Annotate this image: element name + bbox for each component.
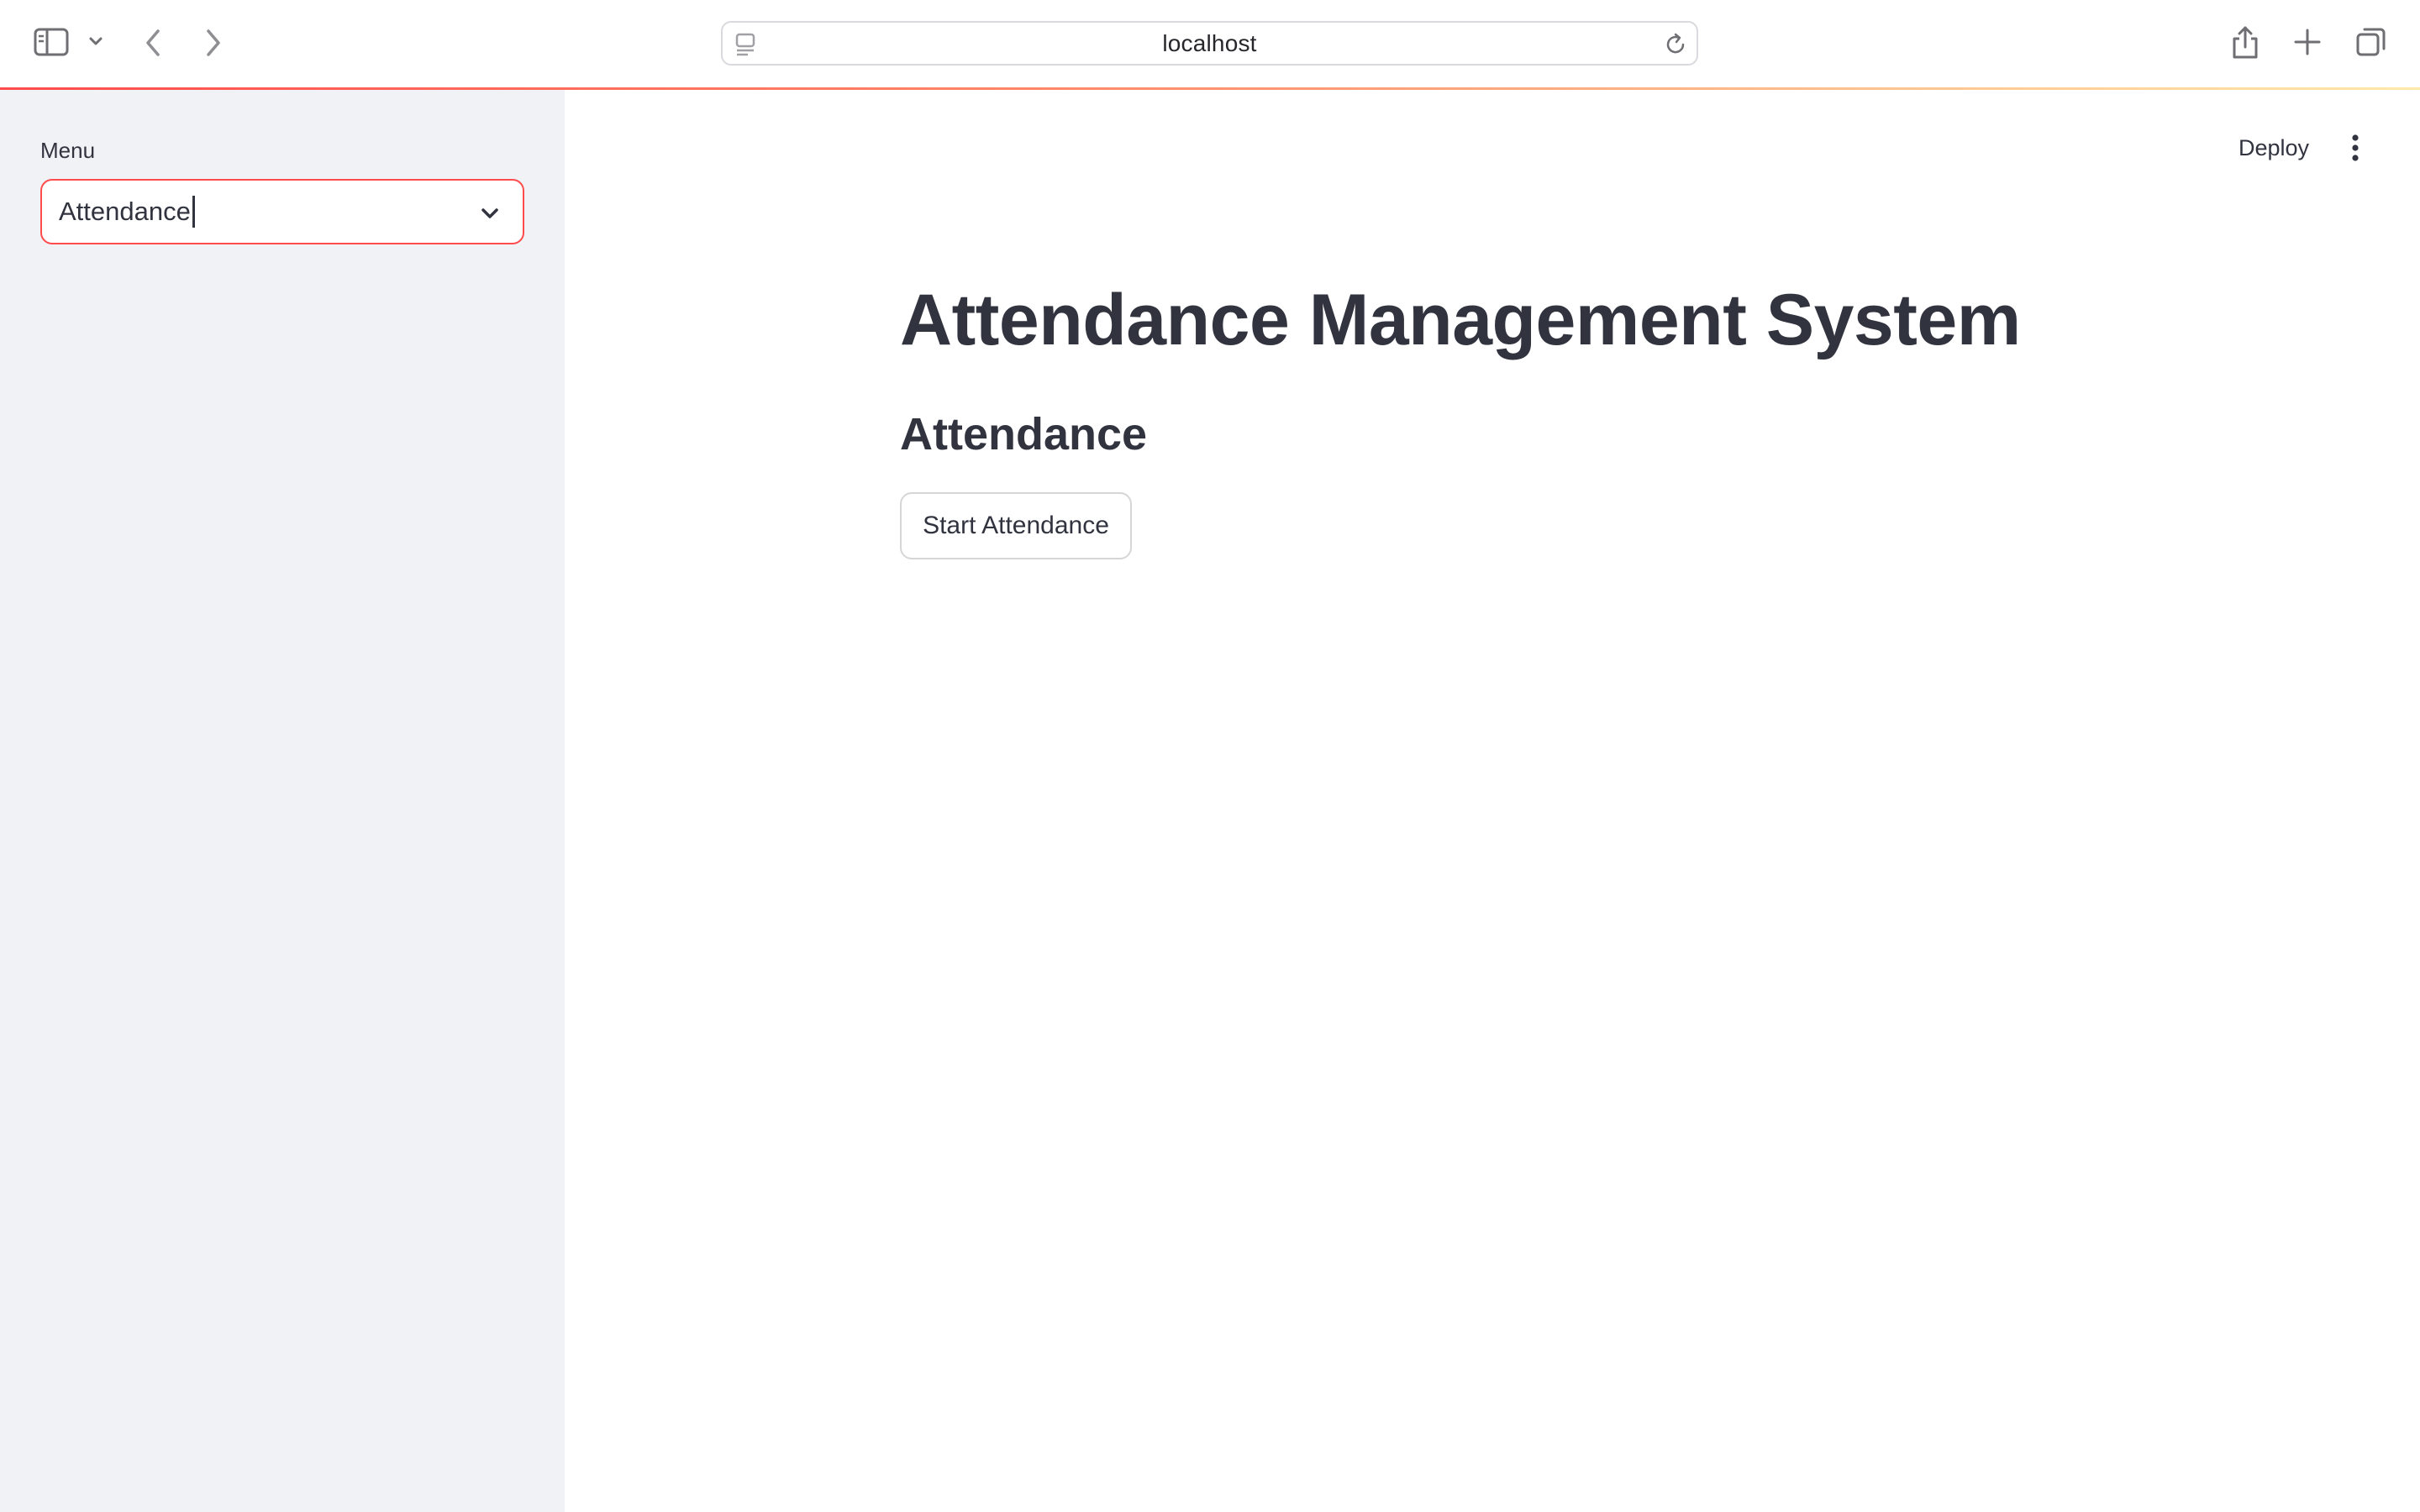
reload-icon[interactable] (1663, 32, 1688, 57)
new-tab-icon[interactable] (2292, 27, 2323, 57)
section-title: Attendance (900, 409, 1148, 459)
menu-label: Menu (40, 138, 96, 163)
chevron-down-icon[interactable] (87, 35, 104, 47)
share-icon[interactable] (2230, 24, 2260, 60)
chevron-down-icon[interactable] (479, 202, 501, 228)
menu-select[interactable]: Attendance (40, 179, 524, 244)
menu-select-value[interactable]: Attendance (59, 197, 191, 227)
sidebar-toggle-icon[interactable] (34, 28, 69, 56)
start-attendance-button[interactable]: Start Attendance (900, 492, 1132, 559)
deploy-button[interactable]: Deploy (2227, 131, 2321, 165)
kebab-menu-icon[interactable] (2344, 133, 2366, 167)
tab-overview-icon[interactable] (2354, 25, 2388, 59)
sidebar (0, 90, 565, 1512)
text-caret (192, 196, 195, 228)
menu-select-value-wrap[interactable]: Attendance (59, 181, 195, 243)
browser-toolbar: localhost (0, 0, 2420, 87)
address-bar[interactable]: localhost (721, 21, 1698, 66)
url-text: localhost (1162, 29, 1257, 56)
forward-arrow-icon[interactable] (203, 28, 224, 58)
back-arrow-icon[interactable] (143, 28, 163, 58)
page-title: Attendance Management System (900, 280, 2021, 360)
